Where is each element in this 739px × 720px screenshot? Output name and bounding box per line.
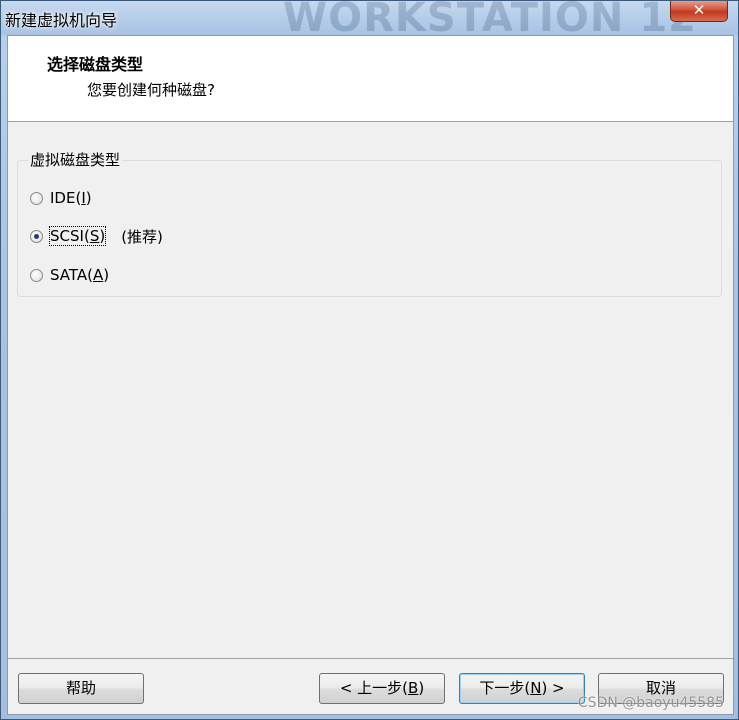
workstation-watermark: WORKSTATION 12: [283, 1, 697, 35]
next-button[interactable]: 下一步(N) >: [459, 673, 585, 704]
close-icon: ✕: [692, 1, 706, 19]
radio-label-scsi: SCSI(S): [48, 226, 107, 246]
recommended-note: (推荐): [121, 227, 163, 246]
radio-label-ide: IDE(I): [50, 189, 92, 207]
wizard-window: 新建虚拟机向导 WORKSTATION 12 ✕ 选择磁盘类型 您要创建何种磁盘…: [0, 0, 739, 720]
radio-button-scsi[interactable]: [30, 229, 43, 243]
help-button[interactable]: 帮助: [18, 673, 144, 704]
radio-button-ide[interactable]: [30, 191, 43, 205]
close-button[interactable]: ✕: [670, 1, 728, 22]
radio-button-sata[interactable]: [30, 268, 43, 282]
footer-separator: [8, 658, 733, 659]
title-bar[interactable]: 新建虚拟机向导 WORKSTATION 12 ✕: [1, 1, 738, 35]
radio-option-ide[interactable]: IDE(I): [30, 187, 92, 209]
page-subtitle: 您要创建何种磁盘?: [87, 81, 215, 99]
radio-label-sata: SATA(A): [50, 266, 110, 284]
radio-option-scsi[interactable]: SCSI(S) (推荐): [30, 225, 163, 247]
wizard-header: 选择磁盘类型 您要创建何种磁盘?: [8, 36, 733, 122]
wizard-client-area: 选择磁盘类型 您要创建何种磁盘? 虚拟磁盘类型 IDE(I) SCSI(S) (…: [7, 35, 734, 715]
csdn-credit-overlay: CSDN @baoyu45585: [577, 695, 724, 711]
disk-type-group-label: 虚拟磁盘类型: [28, 149, 123, 170]
back-button[interactable]: < 上一步(B): [319, 673, 445, 704]
window-title: 新建虚拟机向导: [5, 11, 118, 30]
radio-option-sata[interactable]: SATA(A): [30, 264, 109, 286]
page-title: 选择磁盘类型: [47, 55, 144, 74]
